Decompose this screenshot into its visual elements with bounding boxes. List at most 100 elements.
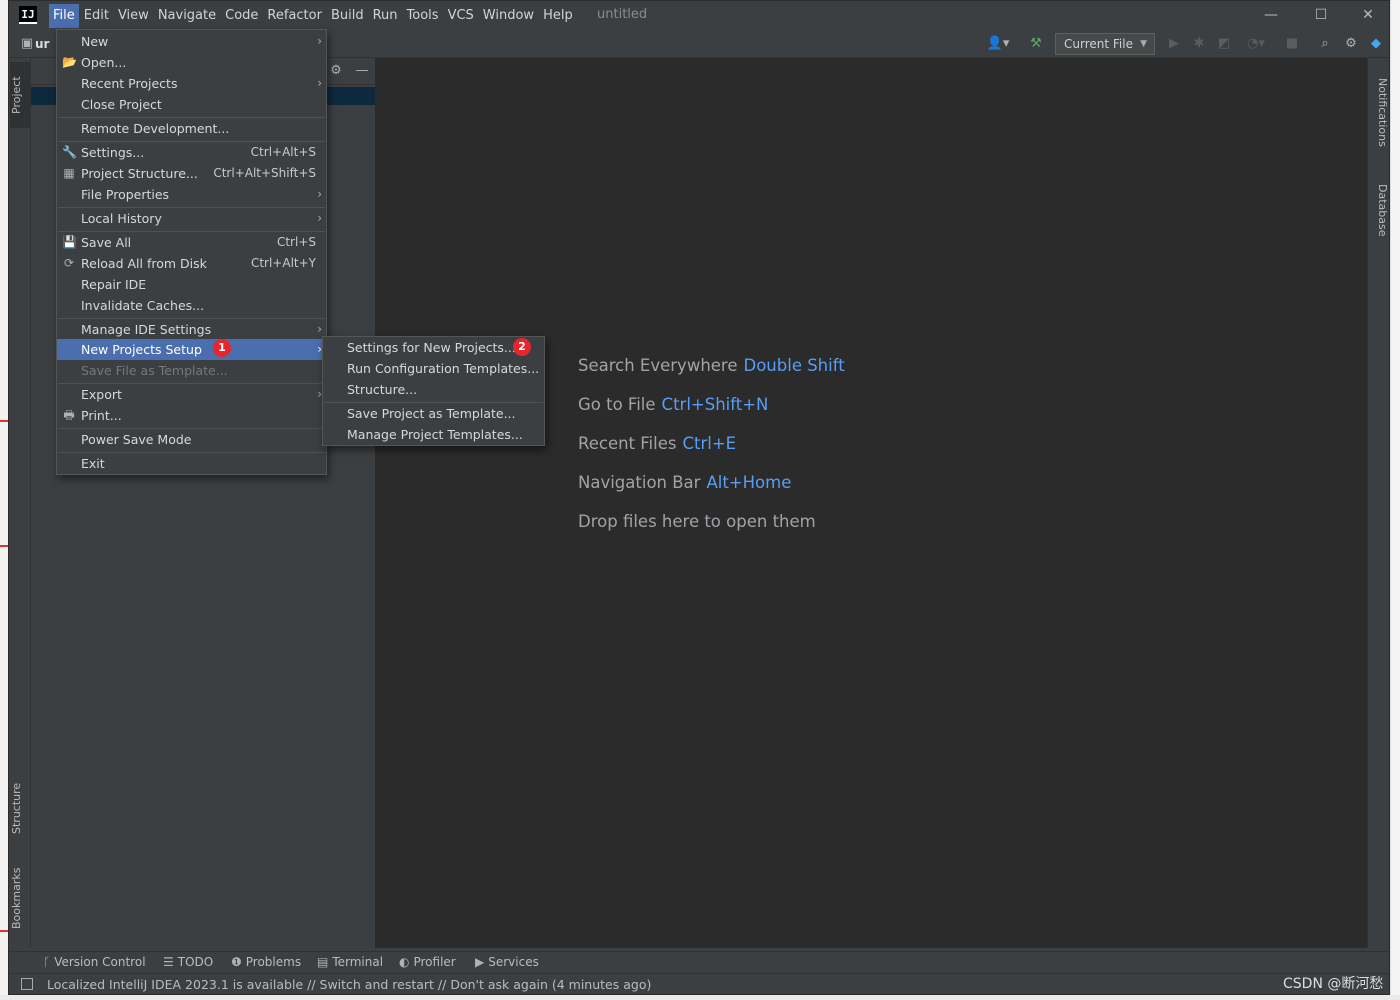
menu-item-close-project[interactable]: Close Project <box>57 94 326 115</box>
tool-profiler[interactable]: ◐ Profiler <box>399 955 456 969</box>
menu-item-project-structure[interactable]: ▦ Project Structure... Ctrl+Alt+Shift+S <box>57 163 326 184</box>
menu-build[interactable]: Build <box>327 4 368 28</box>
watermark: CSDN @断河愁 <box>1283 976 1384 992</box>
stop-icon[interactable]: ■ <box>1283 35 1301 53</box>
menu-edit[interactable]: Edit <box>80 4 113 28</box>
menu-item-label: Remote Development... <box>81 121 230 136</box>
menu-item-settings[interactable]: 🔧 Settings... Ctrl+Alt+S <box>57 142 326 163</box>
gear-icon[interactable]: ⚙ <box>328 63 344 79</box>
project-name-fragment[interactable]: ur <box>35 35 49 53</box>
menu-item-local-history[interactable]: Local History › <box>57 208 326 229</box>
tab-project[interactable]: Project <box>10 62 30 128</box>
menu-item-new-projects-setup[interactable]: New Projects Setup › <box>57 339 326 360</box>
submenu-item-structure[interactable]: Structure... <box>323 379 544 400</box>
file-menu-popup: New › 📂 Open... Recent Projects › Close Pro… <box>56 29 327 475</box>
new-projects-setup-submenu: Settings for New Projects... Run Configu… <box>322 336 545 446</box>
submenu-item-save-project-as-template[interactable]: Save Project as Template... <box>323 403 544 424</box>
tab-notifications-label: Notifications <box>1376 77 1389 147</box>
menu-item-file-properties[interactable]: File Properties › <box>57 184 326 205</box>
tool-services[interactable]: ▶ Services <box>475 955 539 969</box>
tab-bookmarks[interactable]: Bookmarks <box>10 856 30 940</box>
debug-icon[interactable]: ✱ <box>1190 35 1208 53</box>
menu-item-open[interactable]: 📂 Open... <box>57 52 326 73</box>
tool-terminal[interactable]: ▤ Terminal <box>317 955 383 969</box>
profile-icon[interactable]: ◔▾ <box>1241 35 1271 53</box>
tool-todo[interactable]: ☰ TODO <box>163 955 213 969</box>
right-tool-stripe: Notifications Database <box>1367 58 1389 948</box>
chevron-right-icon: › <box>317 211 322 225</box>
tab-database[interactable]: Database <box>1369 174 1389 246</box>
app-logo[interactable]: IJ <box>19 6 37 24</box>
hide-panel-icon[interactable]: — <box>354 63 370 79</box>
user-icon[interactable]: 👤▾ <box>985 35 1011 53</box>
build-hammer-icon[interactable]: ⚒ <box>1027 35 1045 53</box>
tab-database-label: Database <box>1376 183 1389 237</box>
tool-label: Terminal <box>332 955 384 969</box>
menu-navigate[interactable]: Navigate <box>154 4 220 28</box>
bottom-tool-bar: ᚴ Version Control ☰ TODO ❶ Problems ▤ Termin… <box>9 951 1389 973</box>
services-icon: ▶ <box>475 955 485 969</box>
menu-item-power-save-mode[interactable]: Power Save Mode <box>57 429 326 450</box>
menu-item-exit[interactable]: Exit <box>57 453 326 474</box>
tool-problems[interactable]: ❶ Problems <box>231 955 301 969</box>
menu-item-recent-projects[interactable]: Recent Projects › <box>57 73 326 94</box>
menu-refactor[interactable]: Refactor <box>263 4 326 28</box>
menu-item-label: New Projects Setup <box>81 342 202 357</box>
menu-item-remote-development[interactable]: Remote Development... <box>57 118 326 139</box>
editor-empty-area[interactable]: Search Everywhere Double Shift Go to File… <box>376 58 1370 948</box>
menu-item-export[interactable]: Export › <box>57 384 326 405</box>
submenu-item-run-configuration-templates[interactable]: Run Configuration Templates... <box>323 358 544 379</box>
layout-icon[interactable] <box>21 978 33 990</box>
menu-item-repair-ide[interactable]: Repair IDE <box>57 274 326 295</box>
ide-window: IJ File Edit View Navigate Code Refactor… <box>8 0 1390 995</box>
folder-icon[interactable]: ▣ <box>18 35 36 53</box>
submenu-item-manage-project-templates[interactable]: Manage Project Templates... <box>323 424 544 445</box>
tab-structure-label: Structure <box>10 782 23 834</box>
tab-notifications[interactable]: Notifications <box>1369 66 1389 158</box>
menu-help[interactable]: Help <box>539 4 577 28</box>
list-icon: ☰ <box>163 955 174 969</box>
menu-item-new[interactable]: New › <box>57 31 326 52</box>
menu-item-save-all[interactable]: 💾 Save All Ctrl+S <box>57 232 326 253</box>
plugin-icon[interactable]: ◆ <box>1367 35 1385 53</box>
settings-icon[interactable]: ⚙ <box>1342 35 1360 53</box>
desktop-right-strip <box>1390 0 1400 1000</box>
menu-item-invalidate-caches[interactable]: Invalidate Caches... <box>57 295 326 316</box>
run-icon[interactable]: ▶ <box>1165 35 1183 53</box>
tab-bookmarks-label: Bookmarks <box>10 867 23 929</box>
menu-item-reload-all[interactable]: ⟳ Reload All from Disk Ctrl+Alt+Y <box>57 253 326 274</box>
submenu-item-settings-for-new-projects[interactable]: Settings for New Projects... <box>323 337 544 358</box>
branch-icon: ᚴ <box>43 955 51 969</box>
hint-drop-files: Drop files here to open them <box>578 512 816 531</box>
menu-code[interactable]: Code <box>221 4 262 28</box>
close-button[interactable]: ✕ <box>1353 5 1383 25</box>
printer-icon: 🖶 <box>63 408 75 422</box>
menu-window[interactable]: Window <box>479 4 538 28</box>
status-message[interactable]: Localized IntelliJ IDEA 2023.1 is availa… <box>47 977 651 992</box>
tab-structure[interactable]: Structure <box>10 768 30 848</box>
menu-view[interactable]: View <box>114 4 153 28</box>
menu-item-manage-ide-settings[interactable]: Manage IDE Settings › <box>57 319 326 340</box>
hint-key: Double Shift <box>743 356 845 375</box>
menu-item-label: Power Save Mode <box>81 432 192 447</box>
tab-project-label: Project <box>10 76 23 114</box>
menu-item-label: Close Project <box>81 97 162 112</box>
minimize-button[interactable]: — <box>1256 5 1286 25</box>
search-icon[interactable]: ⌕ <box>1316 35 1334 53</box>
menu-item-label: Save All <box>81 235 132 250</box>
tool-version-control[interactable]: ᚴ Version Control <box>43 955 146 969</box>
menu-tools[interactable]: Tools <box>403 4 443 28</box>
menu-vcs[interactable]: VCS <box>444 4 478 28</box>
hint-text: Go to File <box>578 395 656 414</box>
menu-run[interactable]: Run <box>369 4 402 28</box>
main-menu-bar: File Edit View Navigate Code Refactor Bu… <box>49 4 578 28</box>
maximize-button[interactable]: ☐ <box>1306 5 1336 25</box>
hint-text: Recent Files <box>578 434 677 453</box>
hint-navigation-bar: Navigation Bar Alt+Home <box>578 473 791 492</box>
coverage-icon[interactable]: ◩ <box>1215 35 1233 53</box>
tool-label: Version Control <box>54 955 146 969</box>
menu-file[interactable]: File <box>49 4 79 28</box>
menu-item-label: Save File as Template... <box>81 363 228 378</box>
menu-item-print[interactable]: 🖶 Print... <box>57 405 326 426</box>
run-config-selector[interactable]: Current File ▼ <box>1055 33 1155 55</box>
